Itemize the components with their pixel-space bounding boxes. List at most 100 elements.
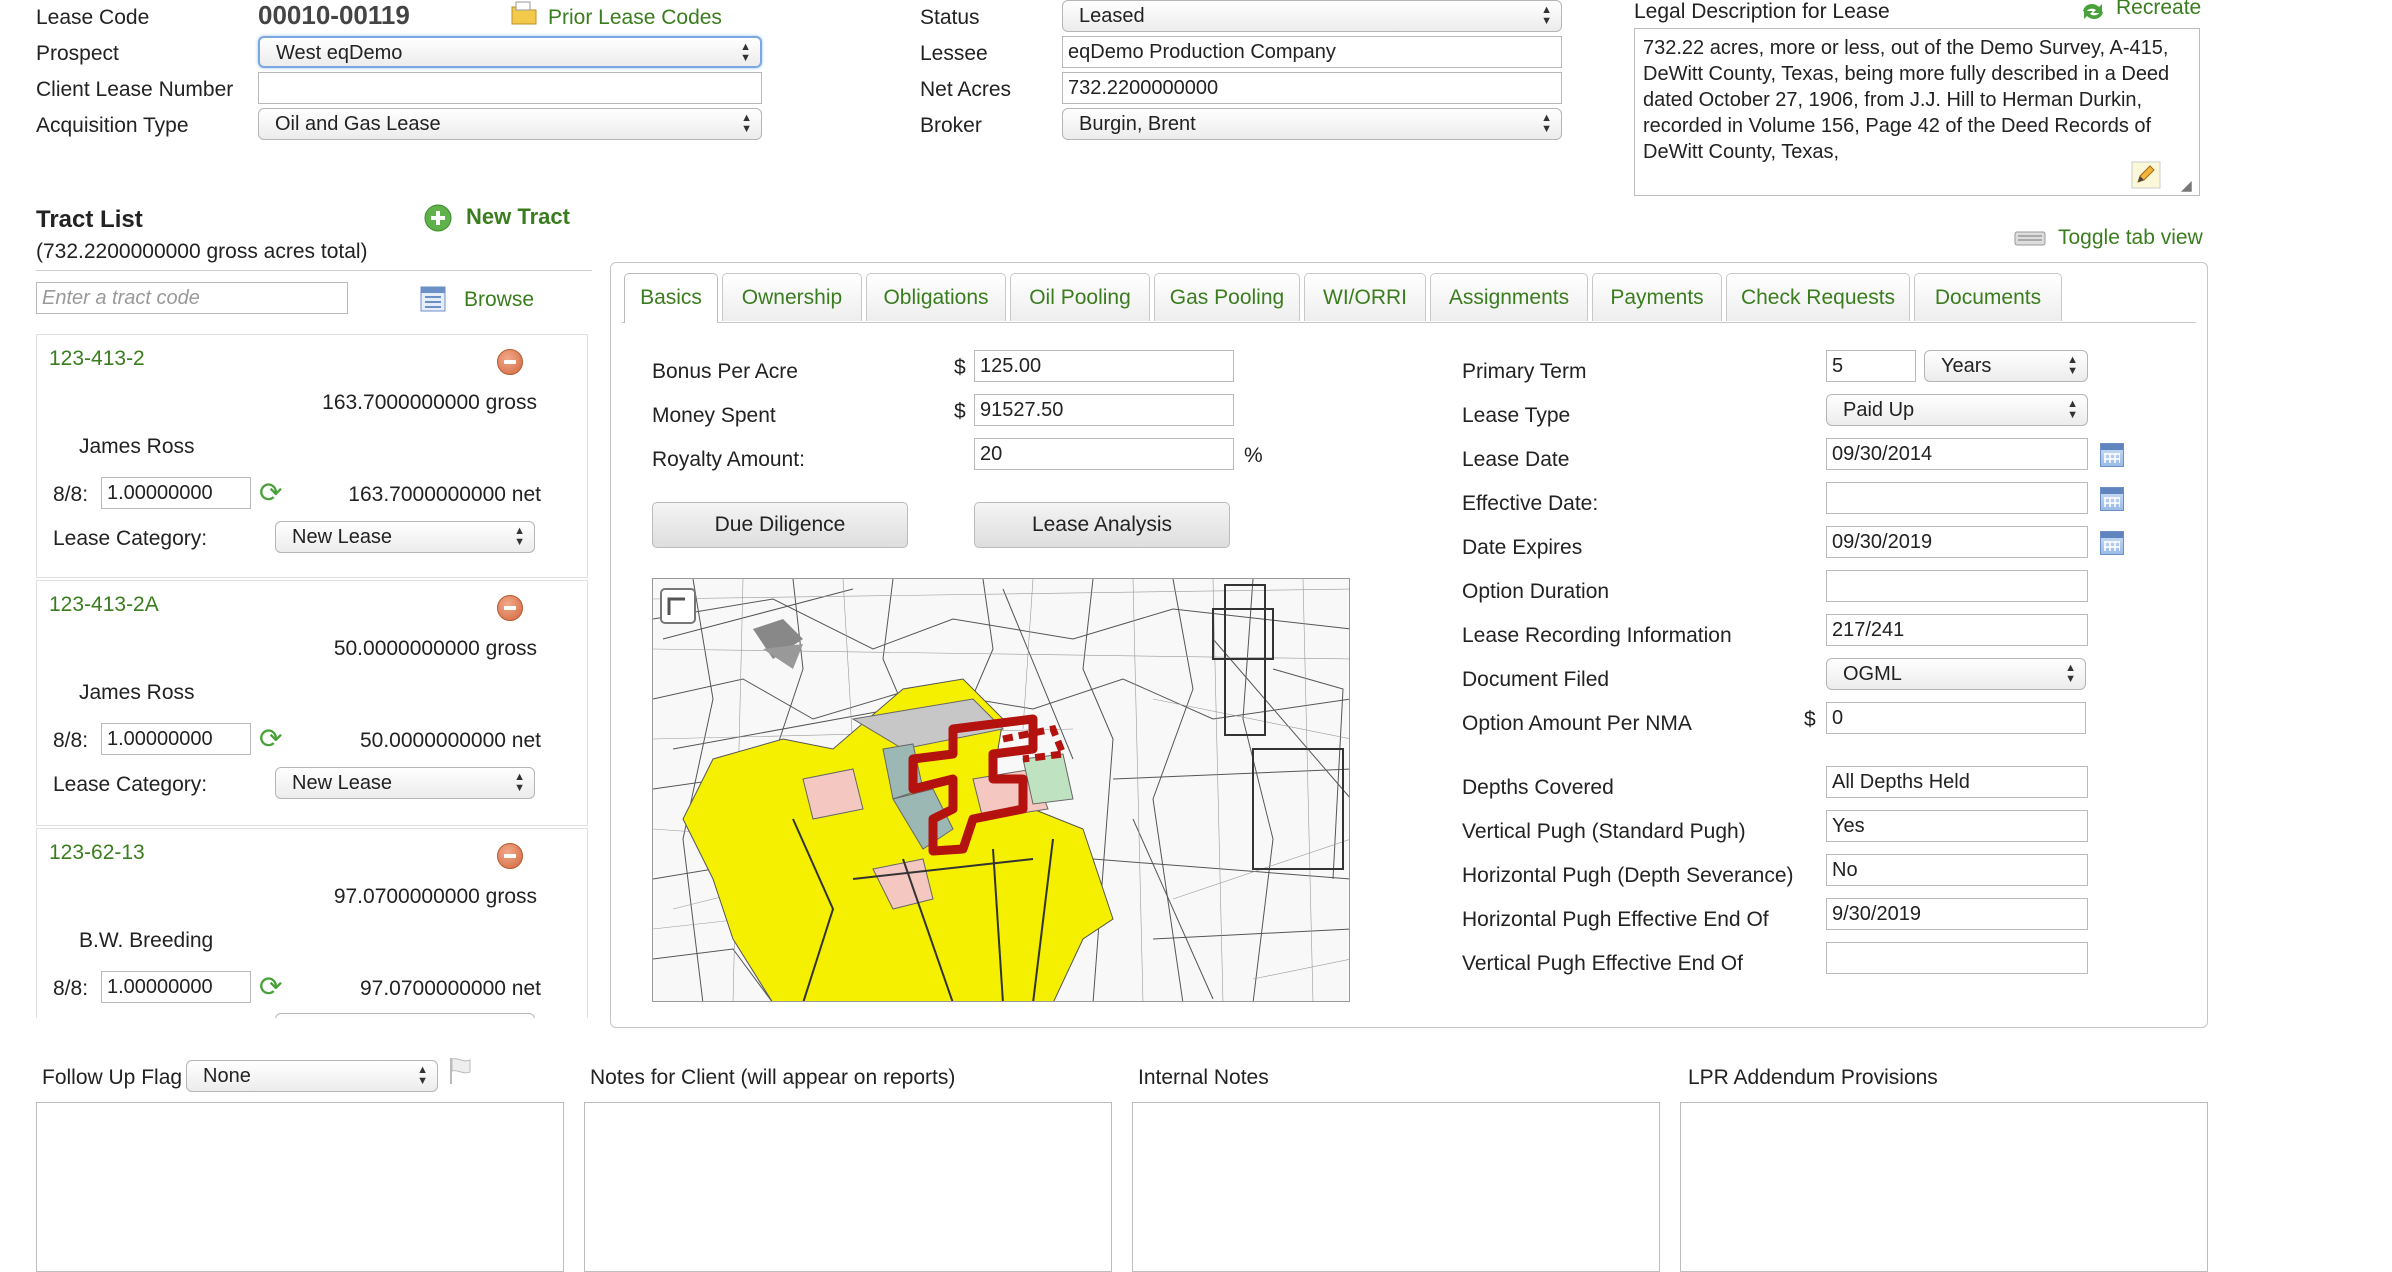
eight-eight-input[interactable]: 1.00000000 xyxy=(101,723,251,755)
tab-obligations[interactable]: Obligations xyxy=(866,273,1006,321)
option-duration-input[interactable] xyxy=(1826,570,2088,602)
browse-link[interactable]: Browse xyxy=(464,288,534,312)
follow-up-notes-textarea[interactable] xyxy=(36,1102,564,1272)
lease-category-select[interactable]: New Lease ▲ ▼ xyxy=(275,767,535,799)
lease-date-input[interactable]: 09/30/2014 xyxy=(1826,438,2088,470)
legal-description-textarea[interactable]: 732.22 acres, more or less, out of the D… xyxy=(1634,28,2200,196)
calendar-icon[interactable] xyxy=(2100,443,2124,467)
lease-map[interactable] xyxy=(652,578,1350,1002)
money-spent-input[interactable]: 91527.50 xyxy=(974,394,1234,426)
tab-payments[interactable]: Payments xyxy=(1592,273,1722,321)
lease-type-label: Lease Type xyxy=(1462,404,1571,427)
folder-icon[interactable] xyxy=(510,0,538,26)
tract-net: 97.0700000000 net xyxy=(359,977,541,1000)
tab-oil-pooling[interactable]: Oil Pooling xyxy=(1010,273,1150,321)
chevron-updown-icon: ▲ ▼ xyxy=(740,41,751,64)
acquisition-type-value: Oil and Gas Lease xyxy=(275,113,441,135)
lease-type-select[interactable]: Paid Up ▲ ▼ xyxy=(1826,394,2088,426)
calendar-icon[interactable] xyxy=(2100,531,2124,555)
acquisition-type-select[interactable]: Oil and Gas Lease ▲ ▼ xyxy=(258,108,762,140)
date-expires-input[interactable]: 09/30/2019 xyxy=(1826,526,2088,558)
notes-client-textarea[interactable] xyxy=(584,1102,1112,1272)
flag-icon[interactable] xyxy=(446,1056,474,1086)
new-tract-link[interactable]: New Tract xyxy=(466,204,570,230)
tab-basics[interactable]: Basics xyxy=(624,273,718,323)
browse-list-icon[interactable] xyxy=(420,286,446,312)
prospect-select[interactable]: West eqDemo ▲ ▼ xyxy=(258,36,762,68)
remove-tract-icon[interactable] xyxy=(497,843,523,869)
due-diligence-button[interactable]: Due Diligence xyxy=(652,502,908,548)
follow-up-flag-select[interactable]: None ▲ ▼ xyxy=(186,1060,438,1092)
refresh-icon[interactable]: ⟳ xyxy=(259,973,282,1001)
client-lease-number-label: Client Lease Number xyxy=(36,78,234,101)
document-filed-label: Document Filed xyxy=(1462,668,1610,691)
lease-category-label: Lease Category: xyxy=(53,527,208,550)
eight-eight-input[interactable]: 1.00000000 xyxy=(101,971,251,1003)
tab-ownership[interactable]: Ownership xyxy=(722,273,862,321)
status-select[interactable]: Leased ▲ ▼ xyxy=(1062,0,1562,32)
tract-gross: 50.0000000000 gross xyxy=(333,637,537,660)
vertical-pugh-end-input[interactable] xyxy=(1826,942,2088,974)
status-value: Leased xyxy=(1079,5,1145,27)
acquisition-type-label: Acquisition Type xyxy=(36,114,189,137)
tract-code-link[interactable]: 123-413-2 xyxy=(49,347,145,371)
chevron-updown-icon: ▲ ▼ xyxy=(514,771,525,794)
vertical-pugh-input[interactable]: Yes xyxy=(1826,810,2088,842)
lease-category-select[interactable] xyxy=(275,1013,535,1018)
depths-covered-input[interactable]: All Depths Held xyxy=(1826,766,2088,798)
legal-description-text: 732.22 acres, more or less, out of the D… xyxy=(1643,37,2170,163)
lease-map-svg xyxy=(653,579,1349,1001)
net-acres-input[interactable]: 732.2200000000 xyxy=(1062,72,1562,104)
recreate-icon[interactable] xyxy=(2078,0,2108,22)
prospect-label: Prospect xyxy=(36,42,119,65)
chevron-updown-icon: ▲ ▼ xyxy=(417,1064,428,1087)
lease-analysis-button[interactable]: Lease Analysis xyxy=(974,502,1230,548)
broker-select[interactable]: Burgin, Brent ▲ ▼ xyxy=(1062,108,1562,140)
recording-info-label: Lease Recording Information xyxy=(1462,624,1732,647)
recording-info-input[interactable]: 217/241 xyxy=(1826,614,2088,646)
remove-tract-icon[interactable] xyxy=(497,595,523,621)
option-amount-input[interactable]: 0 xyxy=(1826,702,2086,734)
tab-documents[interactable]: Documents xyxy=(1914,273,2062,321)
royalty-amount-input[interactable]: 20 xyxy=(974,438,1234,470)
calendar-icon[interactable] xyxy=(2100,487,2124,511)
primary-term-unit-select[interactable]: Years ▲ ▼ xyxy=(1924,350,2088,382)
client-lease-number-input[interactable] xyxy=(258,72,762,104)
plus-circle-icon[interactable] xyxy=(424,204,452,232)
document-filed-value: OGML xyxy=(1843,663,1902,685)
bonus-per-acre-input[interactable]: 125.00 xyxy=(974,350,1234,382)
refresh-icon[interactable]: ⟳ xyxy=(259,479,282,507)
horizontal-pugh-end-input[interactable]: 9/30/2019 xyxy=(1826,898,2088,930)
toggle-tab-view-link[interactable]: Toggle tab view xyxy=(2058,226,2203,250)
royalty-amount-label: Royalty Amount: xyxy=(652,448,805,471)
tract-gross: 163.7000000000 gross xyxy=(322,391,537,414)
chevron-updown-icon: ▲ ▼ xyxy=(514,525,525,548)
tab-gas-pooling[interactable]: Gas Pooling xyxy=(1154,273,1300,321)
chevron-updown-icon: ▲ ▼ xyxy=(2065,662,2076,685)
effective-date-input[interactable] xyxy=(1826,482,2088,514)
tract-code-search-input[interactable]: Enter a tract code xyxy=(36,282,348,314)
tab-assignments[interactable]: Assignments xyxy=(1430,273,1588,321)
lessee-input[interactable]: eqDemo Production Company xyxy=(1062,36,1562,68)
tract-code-link[interactable]: 123-413-2A xyxy=(49,593,159,617)
recreate-link[interactable]: Recreate xyxy=(2116,0,2201,20)
document-filed-select[interactable]: OGML ▲ ▼ xyxy=(1826,658,2086,690)
tract-code-link[interactable]: 123-62-13 xyxy=(49,841,145,865)
internal-notes-textarea[interactable] xyxy=(1132,1102,1660,1272)
lessee-label: Lessee xyxy=(920,42,988,65)
remove-tract-icon[interactable] xyxy=(497,349,523,375)
resize-handle-icon[interactable]: ◢ xyxy=(2181,177,2192,194)
eight-eight-input[interactable]: 1.00000000 xyxy=(101,477,251,509)
lpr-addendum-textarea[interactable] xyxy=(1680,1102,2208,1272)
horizontal-pugh-input[interactable]: No xyxy=(1826,854,2088,886)
tab-check-requests[interactable]: Check Requests xyxy=(1726,273,1910,321)
primary-term-input[interactable]: 5 xyxy=(1826,350,1916,382)
prior-lease-codes-link[interactable]: Prior Lease Codes xyxy=(548,6,722,30)
chevron-updown-icon: ▲ ▼ xyxy=(2067,398,2078,421)
refresh-icon[interactable]: ⟳ xyxy=(259,725,282,753)
tract-net: 163.7000000000 net xyxy=(348,483,541,506)
tab-wi-orri[interactable]: WI/ORRI xyxy=(1304,273,1426,321)
keyboard-icon[interactable] xyxy=(2014,228,2046,248)
pencil-icon[interactable] xyxy=(2131,161,2161,189)
lease-category-select[interactable]: New Lease ▲ ▼ xyxy=(275,521,535,553)
